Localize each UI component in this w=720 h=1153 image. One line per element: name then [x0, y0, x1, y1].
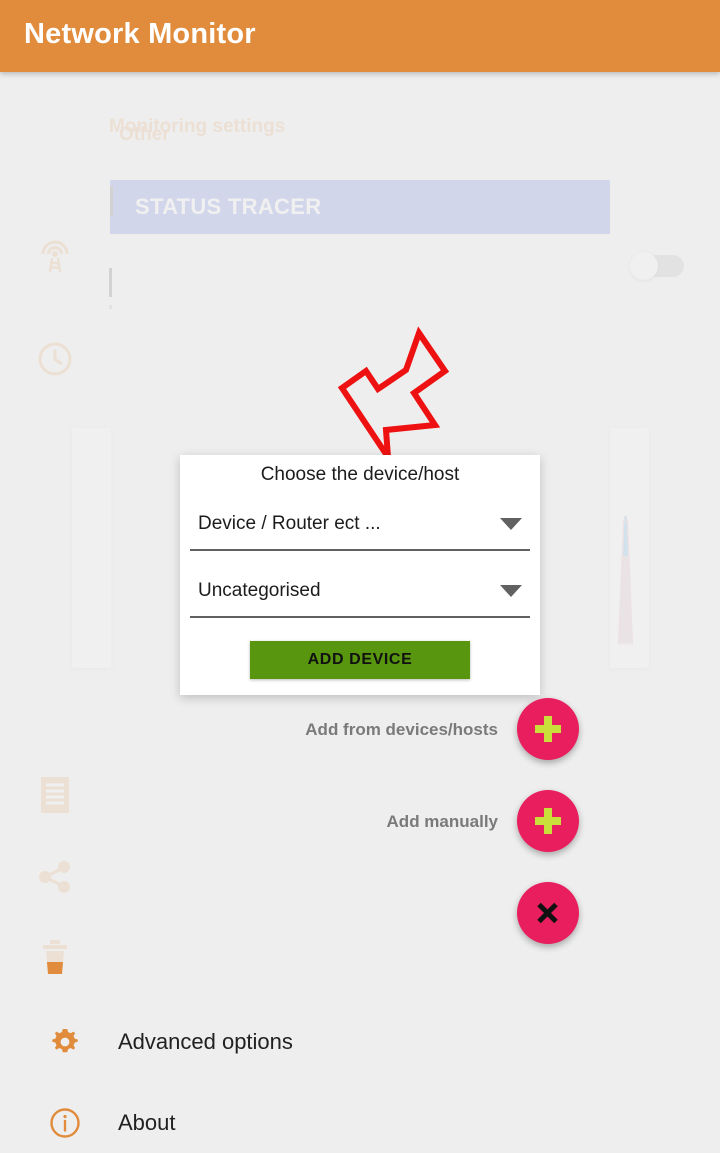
- app-title: Network Monitor: [24, 18, 256, 50]
- chevron-down-icon: [500, 518, 522, 530]
- plus-icon: [535, 808, 561, 834]
- row-label-about: About: [118, 1110, 176, 1135]
- close-icon: [536, 901, 560, 925]
- dialog-title: Choose the device/host: [260, 464, 460, 485]
- row-advanced-options[interactable]: Advanced options: [0, 1002, 720, 1082]
- screen-root: Monitoring settings: [0, 0, 720, 1153]
- fab-label-add-from-devices[interactable]: Add from devices/hosts: [305, 720, 498, 740]
- info-icon: [46, 1104, 84, 1142]
- red-arrow-annotation: [337, 326, 450, 465]
- row-about[interactable]: About: [0, 1083, 720, 1153]
- fab-close-menu[interactable]: [517, 882, 579, 944]
- device-type-value: Device / Router ect ...: [198, 513, 381, 534]
- app-bar: Network Monitor: [0, 0, 720, 72]
- fab-add-from-devices[interactable]: [517, 698, 579, 760]
- row-label-advanced-options: Advanced options: [118, 1029, 293, 1054]
- fab-label-add-manually[interactable]: Add manually: [387, 812, 498, 832]
- gear-icon: [46, 1023, 84, 1061]
- plus-icon: [535, 716, 561, 742]
- fab-add-manually[interactable]: [517, 790, 579, 852]
- chevron-down-icon: [500, 585, 522, 597]
- device-type-select[interactable]: Device / Router ect ...: [190, 499, 530, 551]
- category-select[interactable]: Uncategorised: [190, 566, 530, 618]
- category-value: Uncategorised: [198, 580, 321, 601]
- add-device-button[interactable]: ADD DEVICE: [250, 641, 470, 679]
- choose-device-dialog: Choose the device/host Device / Router e…: [180, 455, 540, 695]
